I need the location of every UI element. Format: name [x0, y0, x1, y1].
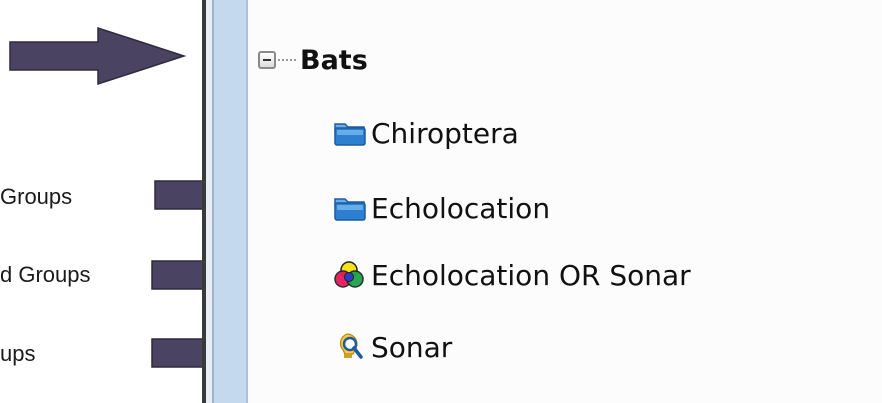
tree-connector [278, 59, 296, 61]
tree-item-label: Echolocation [371, 191, 551, 225]
folder-icon [333, 118, 369, 148]
collapse-minus-icon[interactable] [258, 51, 276, 69]
tree-item-sonar[interactable]: Sonar [333, 325, 452, 369]
tree-root-label: Bats [300, 44, 368, 76]
tree-root-row[interactable]: Bats [258, 38, 368, 82]
panel-gutter [214, 0, 246, 403]
folder-icon [333, 193, 369, 223]
annotation-label-ups: ups [0, 341, 36, 366]
tree-item-chiroptera[interactable]: Chiroptera [333, 111, 519, 155]
search-bulb-icon [333, 332, 369, 362]
annotation-arrow-1 [9, 26, 187, 86]
tree-item-label: Chiroptera [371, 116, 519, 150]
tree-item-label: Sonar [371, 330, 453, 364]
tree-item-echolocation-or-sonar[interactable]: Echolocation OR Sonar [333, 253, 691, 297]
annotation-label-d-groups: d Groups [0, 262, 91, 287]
color-circles-icon [333, 260, 369, 290]
tree-item-label: Echolocation OR Sonar [371, 258, 691, 292]
tree-item-echolocation[interactable]: Echolocation [333, 186, 550, 230]
annotation-label-groups: Groups [0, 184, 73, 209]
